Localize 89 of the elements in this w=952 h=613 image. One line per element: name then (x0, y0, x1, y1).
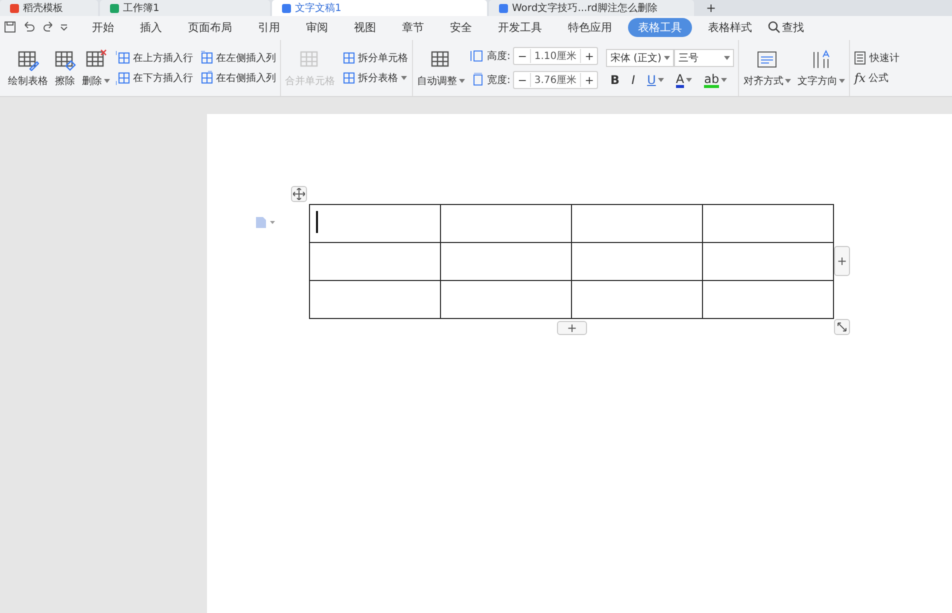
table-cell[interactable] (572, 205, 703, 243)
caret-icon[interactable] (664, 56, 670, 60)
formula-button[interactable]: fx 公式 (854, 71, 900, 85)
customize-caret-icon[interactable] (60, 23, 68, 31)
text-direction-button[interactable]: 文字方向 (797, 48, 846, 88)
caret-icon[interactable] (104, 78, 110, 82)
auto-fit-button[interactable]: 自动调整 (417, 48, 465, 88)
paragraph-icon[interactable] (255, 216, 275, 228)
font-family-select[interactable]: 宋体 (正文) (606, 48, 674, 66)
caret-icon[interactable] (724, 56, 730, 60)
size-label: 宽度: (487, 74, 510, 87)
caret-icon[interactable] (721, 78, 728, 82)
underline-button[interactable]: U (647, 72, 664, 88)
insert-button[interactable]: 在上方插入行 (116, 51, 193, 65)
increase-button[interactable]: + (581, 74, 598, 86)
text-cursor (316, 211, 318, 233)
caret-icon[interactable] (401, 76, 407, 80)
decrease-button[interactable]: − (514, 74, 530, 86)
resize-table-handle[interactable] (834, 319, 850, 335)
table-cell[interactable] (310, 205, 441, 243)
calculator-icon (854, 51, 866, 65)
menu-tab[interactable]: 表格样式 (698, 18, 762, 36)
caret-icon[interactable] (686, 78, 692, 82)
table-cell[interactable] (572, 281, 703, 319)
insert-button[interactable]: 在左侧插入列 (199, 51, 276, 65)
size-value: 1.10厘米 (530, 49, 582, 63)
caret-icon[interactable] (459, 78, 465, 82)
menu-tab[interactable]: 特色应用 (558, 18, 622, 36)
size-value: 3.76厘米 (530, 73, 582, 87)
menu-tab[interactable]: 插入 (130, 18, 172, 36)
menu-tab[interactable]: 引用 (248, 18, 290, 36)
delete-button[interactable]: 删除 (82, 48, 110, 88)
browser-tab[interactable]: 稻壳模板 (0, 0, 98, 16)
move-table-handle[interactable] (291, 186, 307, 202)
increase-button[interactable]: + (581, 50, 598, 62)
highlight-button[interactable]: ab (704, 72, 728, 88)
split-cell-button[interactable]: 拆分单元格 (341, 51, 408, 65)
menu-tab[interactable]: 安全 (440, 18, 482, 36)
move-icon (293, 188, 305, 200)
table-cell[interactable] (310, 281, 441, 319)
table-pencil-icon (17, 48, 39, 70)
table-eraser-icon (54, 48, 76, 70)
align-icon (756, 48, 778, 70)
split-cell-icon (341, 51, 355, 65)
table-cell[interactable] (441, 205, 572, 243)
table-cell[interactable] (441, 243, 572, 281)
search-button[interactable]: 查找 (768, 20, 804, 34)
erase-button[interactable]: 擦除 (54, 48, 76, 88)
decrease-button[interactable]: − (514, 50, 530, 62)
menu-tab[interactable]: 审阅 (296, 18, 338, 36)
add-column-button[interactable]: + (834, 246, 850, 276)
draw-table-button[interactable]: 绘制表格 (8, 48, 48, 88)
row-height-icon (470, 49, 484, 63)
menu-tab[interactable]: 视图 (344, 18, 386, 36)
table-cell[interactable] (572, 243, 703, 281)
font-size-select[interactable]: 三号 (674, 48, 734, 66)
menu-tab[interactable]: 开发工具 (488, 18, 552, 36)
browser-tab[interactable]: 工作簿1 (100, 0, 270, 16)
add-row-button[interactable]: + (557, 321, 587, 335)
split-table-icon (341, 71, 355, 85)
search-icon (768, 21, 780, 33)
align-button[interactable]: 对齐方式 (743, 48, 792, 88)
split-table-button[interactable]: 拆分表格 (341, 71, 408, 85)
redo-icon[interactable] (42, 21, 54, 33)
quick-calc-button[interactable]: 快速计 (854, 51, 900, 65)
size-spinner[interactable]: − 1.10厘米 + (513, 47, 598, 65)
browser-tab[interactable]: 文字文稿1 (272, 0, 487, 16)
resize-icon (837, 322, 847, 332)
caret-icon[interactable] (785, 78, 792, 82)
menu-tab[interactable]: 开始 (82, 18, 124, 36)
caret-icon[interactable] (839, 78, 846, 82)
table-cell[interactable] (703, 205, 834, 243)
new-tab-button[interactable]: + (696, 1, 726, 15)
caret-icon[interactable] (658, 78, 664, 82)
browser-tab[interactable]: Word文字技巧...rd脚注怎么删除 (489, 0, 694, 16)
bold-button[interactable]: B (610, 72, 620, 88)
size-spinner[interactable]: − 3.76厘米 + (513, 71, 598, 89)
italic-button[interactable]: I (632, 72, 636, 88)
insert-button[interactable]: 在下方插入行 (116, 71, 193, 85)
size-label: 高度: (487, 50, 510, 63)
table-cell[interactable] (703, 281, 834, 319)
table-cell[interactable] (441, 281, 572, 319)
save-icon[interactable] (4, 21, 16, 33)
undo-icon[interactable] (22, 21, 36, 33)
table-cell[interactable] (310, 243, 441, 281)
menu-tab[interactable]: 章节 (392, 18, 434, 36)
insert-button[interactable]: 在右侧插入列 (199, 71, 276, 85)
font-color-button[interactable]: A (676, 72, 692, 88)
menu-tab[interactable]: 页面布局 (178, 18, 242, 36)
